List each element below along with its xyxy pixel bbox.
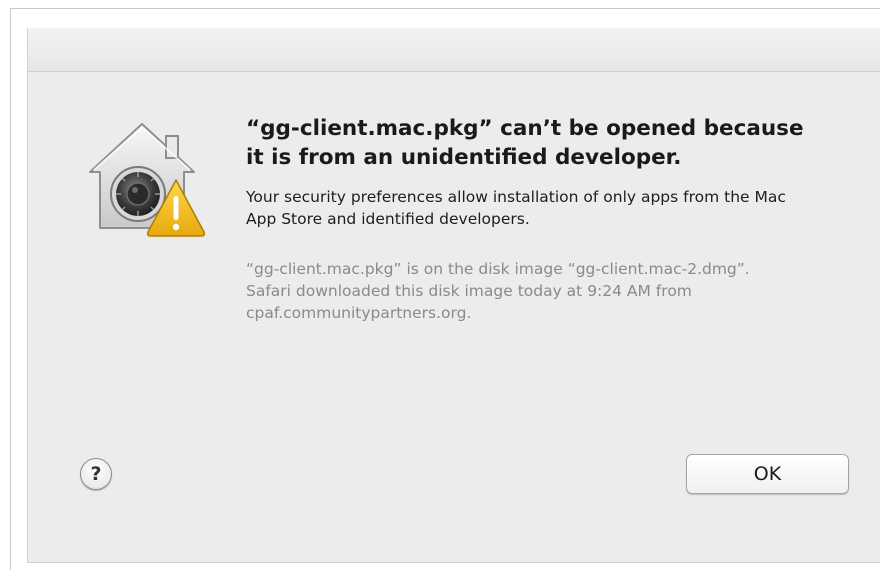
dialog-content: “gg-client.mac.pkg” can’t be opened beca… (246, 114, 846, 324)
help-button[interactable]: ? (80, 458, 112, 490)
alert-dialog: “gg-client.mac.pkg” can’t be opened beca… (27, 28, 880, 563)
gatekeeper-security-warning-icon (80, 110, 210, 240)
dialog-titlebar (28, 28, 880, 72)
ok-button[interactable]: OK (686, 454, 849, 494)
dialog-detail: “gg-client.mac.pkg” is on the disk image… (246, 260, 750, 322)
dialog-headline: “gg-client.mac.pkg” can’t be opened beca… (246, 116, 804, 170)
dialog-message: Your security preferences allow installa… (246, 188, 786, 228)
